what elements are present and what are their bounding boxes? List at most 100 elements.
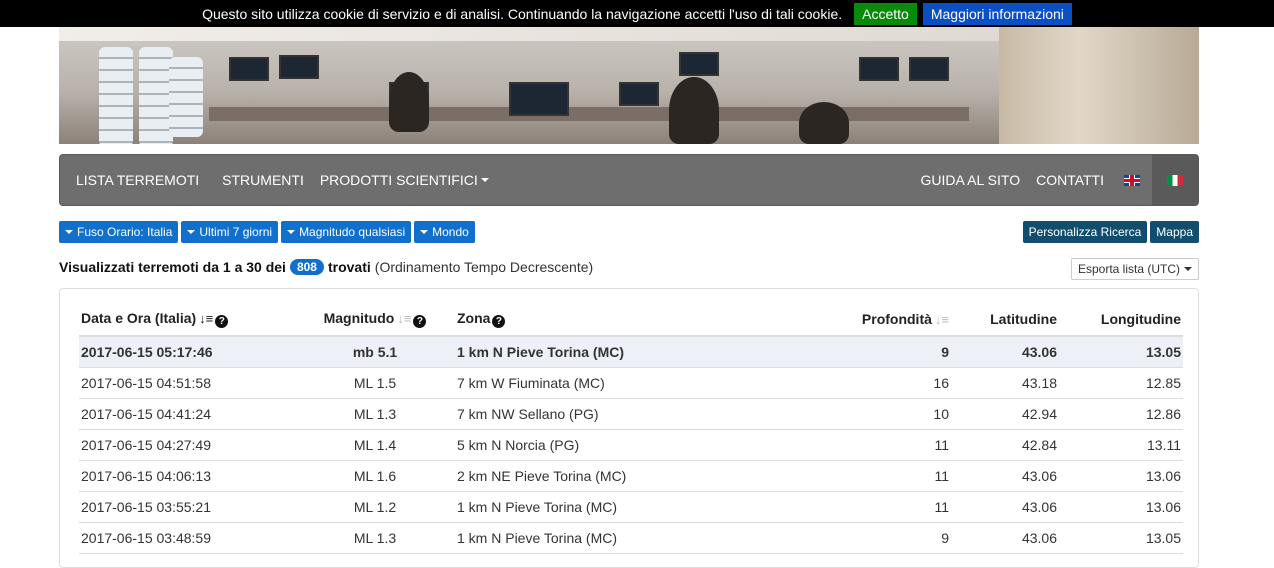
cell-depth: 16 [847, 367, 951, 399]
cell-latitude: 43.18 [951, 367, 1059, 399]
caret-down-icon [287, 230, 296, 234]
italy-flag-icon [1167, 174, 1183, 186]
summary-suffix: trovati [327, 259, 371, 275]
table-row[interactable]: 2017-06-15 04:27:49 ML 1.4 5 km N Norcia… [79, 429, 1183, 461]
header-zone-label: Zona [457, 310, 491, 326]
summary-prefix: Visualizzati terremoti da 1 a 30 dei [59, 259, 286, 275]
table-row[interactable]: 2017-06-15 04:06:13 ML 1.6 2 km NE Pieve… [79, 460, 1183, 492]
nav-strumenti[interactable]: STRUMENTI [214, 155, 312, 205]
chevron-down-icon [480, 178, 489, 182]
cookie-accept-button[interactable]: Accetto [854, 2, 917, 25]
header-date-label: Data e Ora (Italia) [81, 310, 197, 326]
sort-icon[interactable]: ↓≡ [935, 312, 949, 327]
cell-magnitude: ML 1.5 [295, 367, 455, 399]
cell-date: 2017-06-15 03:55:21 [79, 491, 295, 523]
cell-longitude: 12.86 [1059, 398, 1183, 430]
table-row[interactable]: 2017-06-15 04:41:24 ML 1.3 7 km NW Sella… [79, 398, 1183, 430]
cell-magnitude: mb 5.1 [295, 336, 455, 368]
cell-depth: 11 [847, 429, 951, 461]
results-summary: Visualizzati terremoti da 1 a 30 dei 808… [59, 259, 593, 275]
cell-latitude: 42.84 [951, 429, 1059, 461]
cell-depth: 10 [847, 398, 951, 430]
cell-latitude: 43.06 [951, 491, 1059, 523]
cell-date: 2017-06-15 03:48:59 [79, 522, 295, 554]
cell-zone: 2 km NE Pieve Torina (MC) [455, 460, 847, 492]
caret-down-icon [187, 230, 196, 234]
lang-english[interactable] [1112, 155, 1152, 205]
cell-depth: 9 [847, 336, 951, 368]
cell-magnitude: ML 1.3 [295, 398, 455, 430]
cell-zone: 5 km N Norcia (PG) [455, 429, 847, 461]
header-magnitude[interactable]: Magnitudo ↓≡? [295, 303, 455, 337]
cell-latitude: 43.06 [951, 460, 1059, 492]
header-date[interactable]: Data e Ora (Italia) ↓≡? [79, 303, 295, 337]
cell-magnitude: ML 1.3 [295, 522, 455, 554]
filter-magnitude-label: Magnitudo qualsiasi [299, 225, 406, 239]
map-button[interactable]: Mappa [1150, 221, 1199, 243]
table-row[interactable]: 2017-06-15 04:51:58 ML 1.5 7 km W Fiumin… [79, 367, 1183, 399]
cookie-banner: Questo sito utilizza cookie di servizio … [0, 0, 1274, 27]
results-panel: Data e Ora (Italia) ↓≡? Magnitudo ↓≡? Zona… [59, 288, 1199, 568]
help-icon[interactable]: ? [492, 315, 506, 328]
table-header-row: Data e Ora (Italia) ↓≡? Magnitudo ↓≡? Zona… [79, 303, 1183, 337]
filter-area-button[interactable]: Mondo [414, 221, 475, 243]
cell-depth: 11 [847, 460, 951, 492]
header-zone: Zona? [455, 303, 847, 337]
cell-date: 2017-06-15 04:06:13 [79, 460, 295, 492]
sort-icon[interactable]: ↓≡ [397, 311, 411, 326]
table-row[interactable]: 2017-06-15 03:55:21 ML 1.2 1 km N Pieve … [79, 491, 1183, 523]
cell-latitude: 43.06 [951, 522, 1059, 554]
filter-timezone-label: Fuso Orario: Italia [77, 225, 173, 239]
cell-longitude: 13.05 [1059, 522, 1183, 554]
filter-period-button[interactable]: Ultimi 7 giorni [181, 221, 279, 243]
cell-longitude: 13.11 [1059, 429, 1183, 461]
header-depth[interactable]: Profondità ↓≡ [847, 303, 951, 337]
filter-area-label: Mondo [432, 225, 469, 239]
cell-longitude: 13.05 [1059, 336, 1183, 368]
cell-longitude: 12.85 [1059, 367, 1183, 399]
header-magnitude-label: Magnitudo [323, 310, 395, 326]
help-icon[interactable]: ? [215, 315, 229, 328]
caret-down-icon [1184, 267, 1192, 271]
cell-zone: 1 km N Pieve Torina (MC) [455, 522, 847, 554]
cell-latitude: 42.94 [951, 398, 1059, 430]
filter-magnitude-button[interactable]: Magnitudo qualsiasi [281, 221, 412, 243]
caret-down-icon [65, 230, 73, 234]
main-navbar: LISTA TERREMOTI STRUMENTI PRODOTTI SCIEN… [59, 154, 1199, 206]
nav-lista-terremoti[interactable]: LISTA TERREMOTI [68, 155, 207, 205]
filter-period-label: Ultimi 7 giorni [199, 225, 273, 239]
cell-zone: 1 km N Pieve Torina (MC) [455, 336, 847, 368]
cell-date: 2017-06-15 04:51:58 [79, 367, 295, 399]
filter-timezone-button[interactable]: Fuso Orario: Italia [59, 221, 179, 243]
cell-depth: 9 [847, 522, 951, 554]
nav-guida-al-sito[interactable]: GUIDA AL SITO [912, 155, 1028, 205]
caret-down-icon [420, 230, 429, 234]
sort-desc-icon[interactable]: ↓≡ [199, 311, 213, 326]
export-list-dropdown[interactable]: Esporta lista (UTC) [1070, 258, 1199, 280]
table-row[interactable]: 2017-06-15 03:48:59 ML 1.3 1 km N Pieve … [79, 522, 1183, 554]
help-icon[interactable]: ? [413, 315, 427, 328]
cell-depth: 11 [847, 491, 951, 523]
table-row[interactable]: 2017-06-15 05:17:46 mb 5.1 1 km N Pieve … [79, 336, 1183, 368]
uk-flag-icon [1124, 174, 1140, 186]
action-buttons: Personalizza Ricerca Mappa [1022, 221, 1199, 243]
cell-zone: 7 km NW Sellano (PG) [455, 398, 847, 430]
cell-date: 2017-06-15 04:41:24 [79, 398, 295, 430]
nav-prodotti-label: PRODOTTI SCIENTIFICI [319, 172, 478, 188]
lang-italian[interactable] [1152, 155, 1198, 205]
sort-order-text: (Ordinamento Tempo Decrescente) [374, 259, 594, 275]
cell-latitude: 43.06 [951, 336, 1059, 368]
cookie-message: Questo sito utilizza cookie di servizio … [202, 5, 843, 22]
cell-magnitude: ML 1.2 [295, 491, 455, 523]
header-depth-label: Profondità [861, 311, 932, 327]
customize-search-button[interactable]: Personalizza Ricerca [1022, 221, 1148, 243]
cell-magnitude: ML 1.6 [295, 460, 455, 492]
nav-prodotti-scientifici[interactable]: PRODOTTI SCIENTIFICI [312, 155, 497, 205]
nav-contatti[interactable]: CONTATTI [1028, 155, 1112, 205]
cell-date: 2017-06-15 04:27:49 [79, 429, 295, 461]
cookie-more-info-button[interactable]: Maggiori informazioni [922, 2, 1072, 25]
earthquake-table: Data e Ora (Italia) ↓≡? Magnitudo ↓≡? Zona… [79, 303, 1183, 554]
cell-longitude: 13.06 [1059, 460, 1183, 492]
cell-longitude: 13.06 [1059, 491, 1183, 523]
cell-zone: 7 km W Fiuminata (MC) [455, 367, 847, 399]
